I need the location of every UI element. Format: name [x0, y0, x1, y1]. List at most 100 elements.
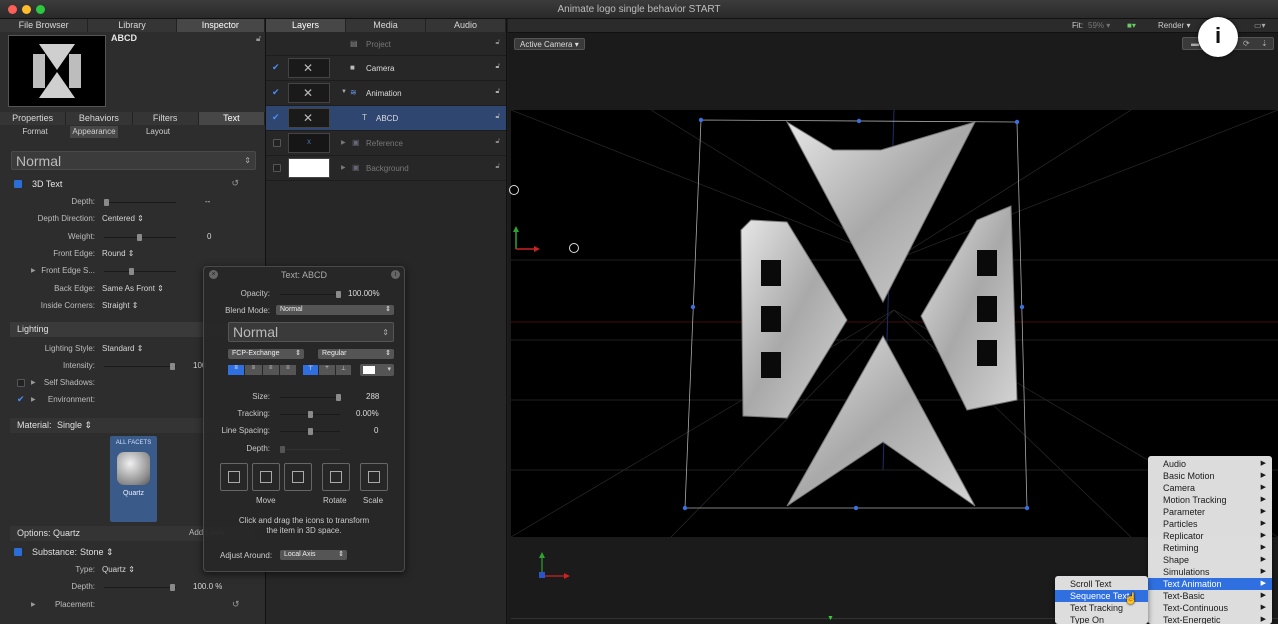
hud-spacing-value[interactable]: 0 [374, 426, 378, 435]
intensity-slider-knob[interactable] [170, 363, 175, 370]
align-right-icon[interactable]: ≡ [262, 365, 279, 375]
hud-color-well[interactable]: ▾ [360, 364, 394, 376]
substance-popup[interactable]: Stone ⇕ [80, 547, 114, 558]
subtab-appearance[interactable]: Appearance [70, 126, 118, 138]
depth-slider-knob[interactable] [104, 199, 109, 206]
reset-icon[interactable]: ↺ [231, 178, 239, 189]
align-middle-icon[interactable]: + [319, 365, 335, 375]
tab-audio[interactable]: Audio [426, 19, 506, 32]
lock-icon[interactable]: 🔓︎ [495, 39, 500, 47]
subtab-layout[interactable]: Layout [118, 126, 198, 138]
hud-opacity-slider[interactable] [280, 291, 341, 298]
tab-file-browser[interactable]: File Browser [0, 19, 89, 32]
menu-item-basic-motion[interactable]: Basic Motion ▶ [1148, 470, 1272, 482]
layer-row-reference[interactable]: x ▶ ▣ Reference 🔓︎ [266, 131, 506, 156]
orbit-icon[interactable]: ⟳ [1243, 39, 1250, 48]
hud-opacity-value[interactable]: 100.00% [348, 289, 380, 298]
weight-value[interactable]: 0 [207, 232, 211, 241]
align-top-icon[interactable]: ⊤ [303, 365, 319, 375]
substance-depth-knob[interactable] [170, 584, 175, 591]
hud-opacity-knob[interactable] [336, 291, 341, 298]
menu-item-scroll-text[interactable]: Scroll Text [1055, 578, 1148, 590]
menu-item-text-animation[interactable]: Text Animation ▶ [1148, 578, 1272, 590]
layer-row-animation[interactable]: ✔ ✕ ▼ ≋ Animation 🔓︎ [266, 81, 506, 106]
hud-tracking-slider[interactable] [280, 411, 340, 418]
menu-item-audio[interactable]: Audio ▶ [1148, 458, 1272, 470]
layer-enable-checkmark-icon[interactable]: ✔ [272, 87, 280, 98]
tab-layers[interactable]: Layers [266, 19, 346, 32]
transform-gizmo-icon[interactable] [508, 224, 544, 254]
playhead-icon[interactable]: ▼ [827, 615, 834, 622]
disclosure-triangle-icon[interactable]: ▶ [31, 267, 36, 274]
menu-item-replicator[interactable]: Replicator ▶ [1148, 530, 1272, 542]
material-facet-card[interactable]: ALL FACETS Quartz [110, 436, 157, 522]
disclosure-triangle-icon[interactable]: ▶ [31, 396, 36, 403]
hud-weight-popup[interactable]: Regular ⇕ [318, 349, 394, 359]
type-popup[interactable]: Quartz ⇕ [102, 565, 135, 574]
menu-item-particles[interactable]: Particles ▶ [1148, 518, 1272, 530]
hud-adjust-popup[interactable]: Local Axis ⇕ [280, 550, 347, 560]
anchor-handle-icon[interactable] [509, 185, 519, 195]
menu-item-text-basic[interactable]: Text-Basic ▶ [1148, 590, 1272, 602]
hud-spacing-slider[interactable] [280, 428, 340, 435]
disclosure-triangle-icon[interactable]: ▶ [31, 379, 36, 386]
weight-slider-knob[interactable] [137, 234, 142, 241]
active-camera-popup[interactable]: Active Camera ▾ [514, 38, 585, 50]
front-edge-popup[interactable]: Round ⇕ [102, 249, 135, 258]
menu-item-type-on[interactable]: Type On [1055, 614, 1148, 624]
tab-properties[interactable]: Properties [0, 112, 67, 125]
disclosure-triangle-icon[interactable]: ▶ [31, 601, 36, 608]
align-bottom-icon[interactable]: ⊥ [335, 365, 351, 375]
info-button[interactable]: i [1198, 17, 1238, 57]
tab-text[interactable]: Text [198, 112, 265, 125]
lighting-style-popup[interactable]: Standard ⇕ [102, 344, 143, 353]
text-hud-panel[interactable]: × Text: ABCD i Opacity: 100.00% Blend Mo… [203, 266, 405, 572]
inside-corners-popup[interactable]: Straight ⇕ [102, 301, 139, 310]
menu-item-text-energetic[interactable]: Text-Energetic ▶ [1148, 614, 1272, 624]
hud-info-icon[interactable]: i [391, 270, 400, 279]
depth-value[interactable]: -- [205, 197, 210, 206]
move-z-icon[interactable] [252, 463, 280, 491]
layer-row-project[interactable]: ▤ Project 🔓︎ [266, 32, 506, 56]
lock-icon[interactable]: 🔓︎ [495, 63, 500, 71]
style-preset-popup[interactable]: Normal ⇕ [11, 151, 256, 170]
layer-enable-checkbox[interactable] [273, 139, 281, 147]
3d-text-checkbox[interactable] [14, 180, 22, 188]
menu-item-shape[interactable]: Shape ▶ [1148, 554, 1272, 566]
move-depth-icon[interactable] [284, 463, 312, 491]
logo-3d-object[interactable] [740, 120, 1018, 507]
back-edge-popup[interactable]: Same As Front ⇕ [102, 284, 164, 293]
hud-size-slider[interactable] [280, 394, 341, 401]
depth-slider[interactable] [104, 199, 176, 206]
hud-size-knob[interactable] [336, 394, 341, 401]
hud-depth-knob[interactable] [280, 446, 285, 453]
substance-depth-value[interactable]: 100.0 % [193, 582, 222, 591]
menu-item-retiming[interactable]: Retiming ▶ [1148, 542, 1272, 554]
align-left-icon[interactable]: ≡ [228, 365, 245, 375]
render-popup[interactable]: Render ▾ [1158, 21, 1191, 30]
tab-library[interactable]: Library [88, 19, 177, 32]
dolly-icon[interactable]: ⇣ [1261, 39, 1268, 48]
layer-row-abcd[interactable]: ✔ ✕ T ABCD 🔓︎ [266, 106, 506, 131]
hud-tracking-knob[interactable] [308, 411, 313, 418]
move-xy-icon[interactable] [220, 463, 248, 491]
tab-media[interactable]: Media [346, 19, 426, 32]
front-edge-size-knob[interactable] [129, 268, 134, 275]
align-center-icon[interactable]: ≡ [245, 365, 262, 375]
front-edge-size-slider[interactable] [104, 268, 176, 275]
layer-enable-checkmark-icon[interactable]: ✔ [272, 112, 280, 123]
view-layout-icon[interactable]: ▭▾ [1254, 21, 1266, 30]
anchor-handle-icon[interactable] [569, 243, 579, 253]
lock-icon[interactable]: 🔓︎ [256, 34, 261, 44]
lock-icon[interactable]: 🔓︎ [495, 88, 500, 96]
environment-checkmark-icon[interactable]: ✔ [17, 394, 25, 405]
self-shadows-checkbox[interactable] [17, 379, 25, 387]
fit-popup[interactable]: 59% ▾ [1088, 21, 1110, 30]
menu-item-simulations[interactable]: Simulations ▶ [1148, 566, 1272, 578]
lock-icon[interactable]: 🔓︎ [495, 163, 500, 171]
disclosure-triangle-icon[interactable]: ▶ [341, 139, 346, 146]
hud-tracking-value[interactable]: 0.00% [356, 409, 379, 418]
disclosure-open-icon[interactable]: ▼ [341, 89, 347, 95]
layer-enable-checkmark-icon[interactable]: ✔ [272, 62, 280, 73]
color-channels-icon[interactable]: ■▾ [1127, 21, 1136, 30]
